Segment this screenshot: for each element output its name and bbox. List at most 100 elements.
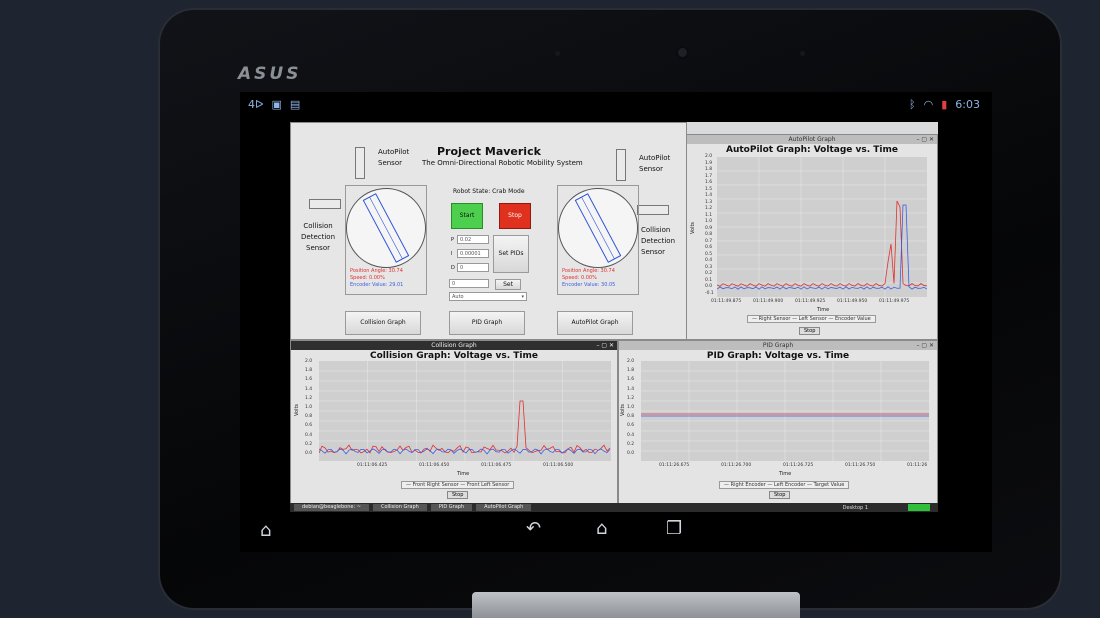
left-wheel-arm [362,193,410,263]
recent-apps-icon[interactable]: ❐ [666,518,682,539]
set-pids-button[interactable]: Set PIDs [493,235,529,273]
pid-window-titlebar[interactable]: PID Graph – ▢ ✕ [619,341,937,350]
y-tick-label: 0.9 [705,225,713,231]
x-tick-label: 01:11:49.975 [879,299,910,304]
collision-stop-button[interactable]: Stop [447,491,469,499]
y-tick-label: 0.4 [627,432,635,438]
y-tick-label: 2.0 [305,359,313,364]
pid-plot-svg [641,361,929,461]
taskbar-item[interactable]: AutoPilot Graph [476,504,532,511]
autopilot-stop-button[interactable]: Stop [799,327,821,335]
y-tick-label: 1.7 [705,173,713,179]
battery-icon: ▮ [941,97,948,111]
collision-plot-area [318,361,611,461]
pid-i-field[interactable]: 0.00001 [457,249,489,258]
y-tick-label: 0.4 [305,432,313,438]
y-tick-label: 1.4 [705,193,713,198]
bluetooth-icon: ᛒ [909,97,916,111]
collision-window-titlebar[interactable]: Collision Graph – ▢ ✕ [291,341,617,350]
mode-select[interactable]: Auto ▾ [449,292,527,301]
collision-legend: — Front Right Sensor — Front Left Sensor [401,481,515,489]
stop-button[interactable]: Stop [499,203,531,229]
y-tick-label: 1.6 [705,180,713,185]
x-tick-label: 01:11:26.675 [659,463,690,468]
pid-plot-area [641,361,929,461]
camera-icon [678,48,687,57]
set-button[interactable]: Set [495,279,521,290]
collision-plot-svg [318,361,611,461]
autopilot-plot-svg [716,157,928,297]
collision-graph-button[interactable]: Collision Graph [345,311,421,335]
taskbar-item[interactable]: Collision Graph [372,504,427,511]
pid-d-field[interactable]: 0 [457,263,489,272]
autopilot-window-titlebar[interactable]: AutoPilot Graph – ▢ ✕ [687,135,937,144]
pid-graph-button[interactable]: PID Graph [449,311,525,335]
window-controls-icon: – ▢ ✕ [596,342,614,349]
page-subtitle: The Omni-Directional Robotic Mobility Sy… [422,159,583,167]
start-button[interactable]: Start [451,203,483,229]
front-right-sensor-line [318,400,611,454]
y-tick-label: 1.5 [705,186,713,192]
y-tick-label: 1.0 [705,219,713,224]
robot-state: Robot State: Crab Mode [453,188,525,195]
set-value-field[interactable]: 0 [449,279,489,288]
taskbar-item[interactable]: debian@beaglebone: ~ [294,504,369,511]
collision-sensor-right-label: Collision Detection Sensor [641,226,676,256]
y-tick-label: 1.4 [305,386,313,392]
collision-sensor-left-bar [309,199,341,209]
window-controls-icon: – ▢ ✕ [916,136,934,143]
left-wheel-panel: Position Angle: 30.74 Speed: 0.00% Encod… [345,185,427,295]
y-tick-label: 0.3 [705,264,713,270]
pid-p-field[interactable]: 0.02 [457,235,489,244]
pid-i-label: I [451,251,453,257]
right-wheel-dial [558,188,638,268]
y-tick-label: 1.3 [705,199,713,205]
y-tick-label: 2.0 [627,359,635,364]
y-tick-label: 0.5 [705,251,713,257]
keyboard-hide-icon[interactable]: ⌂ [260,520,271,541]
taskbar: debian@beaglebone: ~ Collision Graph PID… [290,503,938,512]
y-tick-label: 1.0 [305,405,313,410]
collision-graph-title: Collision Graph: Voltage vs. Time [370,351,538,361]
desktop-label: Desktop 1 [842,504,868,511]
y-tick-label: 0.0 [627,451,635,456]
pid-stop-button[interactable]: Stop [769,491,791,499]
y-tick-label: 1.4 [627,386,635,392]
autopilot-sensor-left-label: AutoPilot Sensor [378,148,410,167]
y-tick-label: 0.0 [705,284,713,289]
autopilot-sensor-right-bar [616,149,626,181]
y-tick-label: 1.2 [305,395,313,401]
y-tick-label: 0.6 [705,245,713,250]
collision-sensor-left-label: Collision Detection Sensor [301,222,336,252]
pid-graph-window: PID Graph – ▢ ✕ PID Graph: Voltage vs. Ti… [618,340,938,504]
pid-legend: — Right Encoder — Left Encoder — Target … [719,481,850,489]
x-tick-label: 01:11:49.950 [837,299,868,304]
x-tick-label: 01:11:06.425 [357,463,388,468]
taskbar-item[interactable]: PID Graph [430,504,473,511]
left-wheel-stats: Position Angle: 30.74 Speed: 0.00% Encod… [350,268,404,288]
y-tick-label: -0.1 [705,290,714,296]
collision-xlabel: Time [457,471,470,477]
pid-p-label: P [451,237,455,243]
x-tick-label: 01:11:49.925 [795,299,826,304]
y-tick-label: 1.8 [627,368,635,374]
sim-icon: ▣ [271,97,282,111]
x-tick-label: 01:11:26.700 [721,463,752,468]
autopilot-xlabel: Time [817,307,830,313]
x-tick-label: 01:11:49.875 [711,299,742,304]
y-tick-label: 0.2 [705,271,713,276]
autopilot-graph-button[interactable]: AutoPilot Graph [557,311,633,335]
remote-desktop: Project Maverick The Omni-Directional Ro… [290,122,938,512]
pid-ylabel: Volts [620,403,627,417]
page-title: Project Maverick [437,145,541,158]
home-icon[interactable]: ⌂ [596,518,607,539]
collision-graph-window: Collision Graph – ▢ ✕ Collision Graph: Vo… [290,340,618,504]
autopilot-sensor-right-label: AutoPilot Sensor [639,154,671,173]
x-tick-label: 01:11:49.900 [753,299,784,304]
autopilot-plot-area [716,157,928,297]
pid-d-label: D [451,265,455,271]
clock: 6:03 [955,97,980,111]
window-controls-icon: – ▢ ✕ [916,342,934,349]
back-icon[interactable]: ↶ [526,518,541,539]
x-tick-label: 01:11:06.475 [481,463,512,468]
